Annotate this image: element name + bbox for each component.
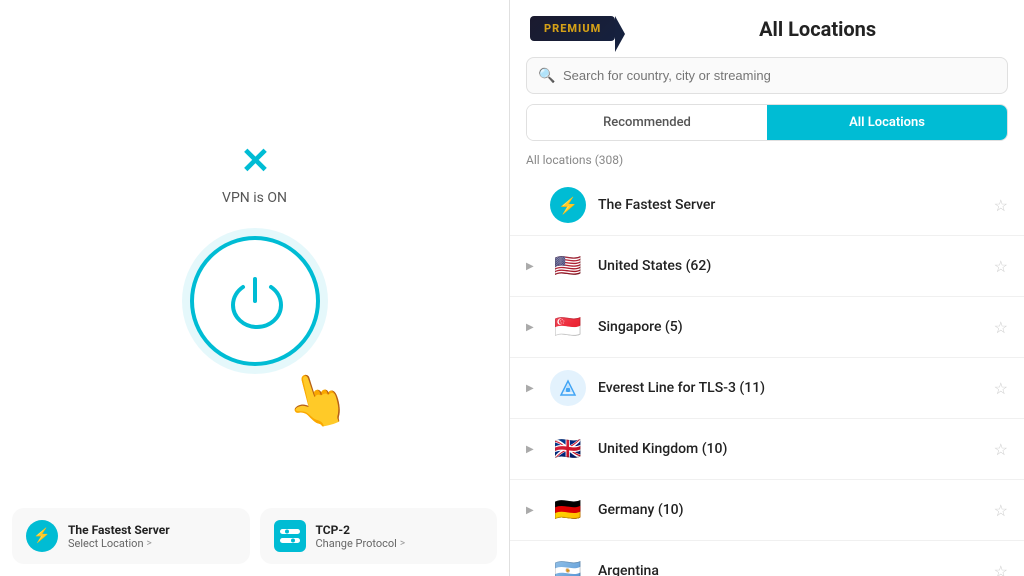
hand-pointer-icon: 👆	[278, 363, 356, 439]
star-icon[interactable]: ☆	[994, 257, 1008, 276]
protocol-title: TCP-2	[316, 523, 406, 537]
fastest-server-arrow: >	[147, 538, 152, 549]
power-button[interactable]	[190, 236, 320, 366]
locations-count: All locations (308)	[510, 151, 1024, 175]
protocol-subtitle: Change Protocol >	[316, 537, 406, 550]
country-flag: 🇸🇬	[550, 309, 586, 345]
app-logo: ✕	[240, 140, 268, 182]
power-button-container: 👆	[190, 236, 320, 386]
search-icon: 🔍	[538, 68, 555, 84]
fastest-server-title: The Fastest Server	[68, 523, 170, 537]
expand-arrow: ▶	[526, 383, 538, 394]
fastest-server-card-text: The Fastest Server Select Location >	[68, 523, 170, 550]
country-flag: 🇩🇪	[550, 492, 586, 528]
tab-all-locations[interactable]: All Locations	[767, 105, 1007, 140]
country-flag: 🇺🇸	[550, 248, 586, 284]
premium-badge[interactable]: PREMIUM	[530, 16, 615, 41]
bottom-cards: ⚡ The Fastest Server Select Location >	[0, 496, 509, 576]
protocol-card[interactable]: TCP-2 Change Protocol >	[260, 508, 498, 564]
right-panel: PREMIUM All Locations 🔍 Recommended All …	[510, 0, 1024, 576]
protocol-icon	[274, 520, 306, 552]
star-icon[interactable]: ☆	[994, 196, 1008, 215]
list-item[interactable]: 🇦🇷 Argentina ☆	[510, 541, 1024, 576]
everest-icon	[550, 370, 586, 406]
list-item[interactable]: ▶ Everest Line for TLS-3 (11) ☆	[510, 358, 1024, 419]
power-icon	[225, 271, 285, 331]
country-flag: 🇬🇧	[550, 431, 586, 467]
search-bar: 🔍	[526, 57, 1008, 94]
location-name: Argentina	[598, 563, 982, 576]
star-icon[interactable]: ☆	[994, 318, 1008, 337]
fastest-server-icon: ⚡	[26, 520, 58, 552]
protocol-card-text: TCP-2 Change Protocol >	[316, 523, 406, 550]
list-item[interactable]: ▶ 🇬🇧 United Kingdom (10) ☆	[510, 419, 1024, 480]
expand-arrow: ▶	[526, 444, 538, 455]
location-name: United Kingdom (10)	[598, 441, 982, 457]
expand-arrow: ▶	[526, 322, 538, 333]
star-icon[interactable]: ☆	[994, 440, 1008, 459]
location-name: Everest Line for TLS-3 (11)	[598, 380, 982, 396]
expand-arrow: ▶	[526, 505, 538, 516]
protocol-arrow: >	[400, 538, 405, 549]
list-item[interactable]: ▶ 🇺🇸 United States (62) ☆	[510, 236, 1024, 297]
fastest-server-card[interactable]: ⚡ The Fastest Server Select Location >	[12, 508, 250, 564]
fastest-server-subtitle: Select Location >	[68, 537, 170, 550]
location-name: The Fastest Server	[598, 197, 982, 213]
left-panel: ✕ VPN is ON 👆 ⚡ The Fastest Server Selec…	[0, 0, 510, 576]
search-input[interactable]	[526, 57, 1008, 94]
location-name: United States (62)	[598, 258, 982, 274]
location-name: Germany (10)	[598, 502, 982, 518]
right-header: PREMIUM All Locations	[510, 0, 1024, 57]
page-title: All Locations	[631, 17, 1004, 41]
location-name: Singapore (5)	[598, 319, 982, 335]
tab-recommended[interactable]: Recommended	[527, 105, 767, 140]
star-icon[interactable]: ☆	[994, 501, 1008, 520]
list-item[interactable]: ▶ 🇩🇪 Germany (10) ☆	[510, 480, 1024, 541]
star-icon[interactable]: ☆	[994, 562, 1008, 576]
list-item[interactable]: ▶ 🇸🇬 Singapore (5) ☆	[510, 297, 1024, 358]
vpn-status-label: VPN is ON	[222, 190, 287, 206]
location-tabs: Recommended All Locations	[526, 104, 1008, 141]
list-item[interactable]: ⚡ The Fastest Server ☆	[510, 175, 1024, 236]
fastest-icon: ⚡	[550, 187, 586, 223]
expand-arrow: ▶	[526, 261, 538, 272]
country-flag: 🇦🇷	[550, 553, 586, 576]
star-icon[interactable]: ☆	[994, 379, 1008, 398]
locations-list: ⚡ The Fastest Server ☆ ▶ 🇺🇸 United State…	[510, 175, 1024, 576]
